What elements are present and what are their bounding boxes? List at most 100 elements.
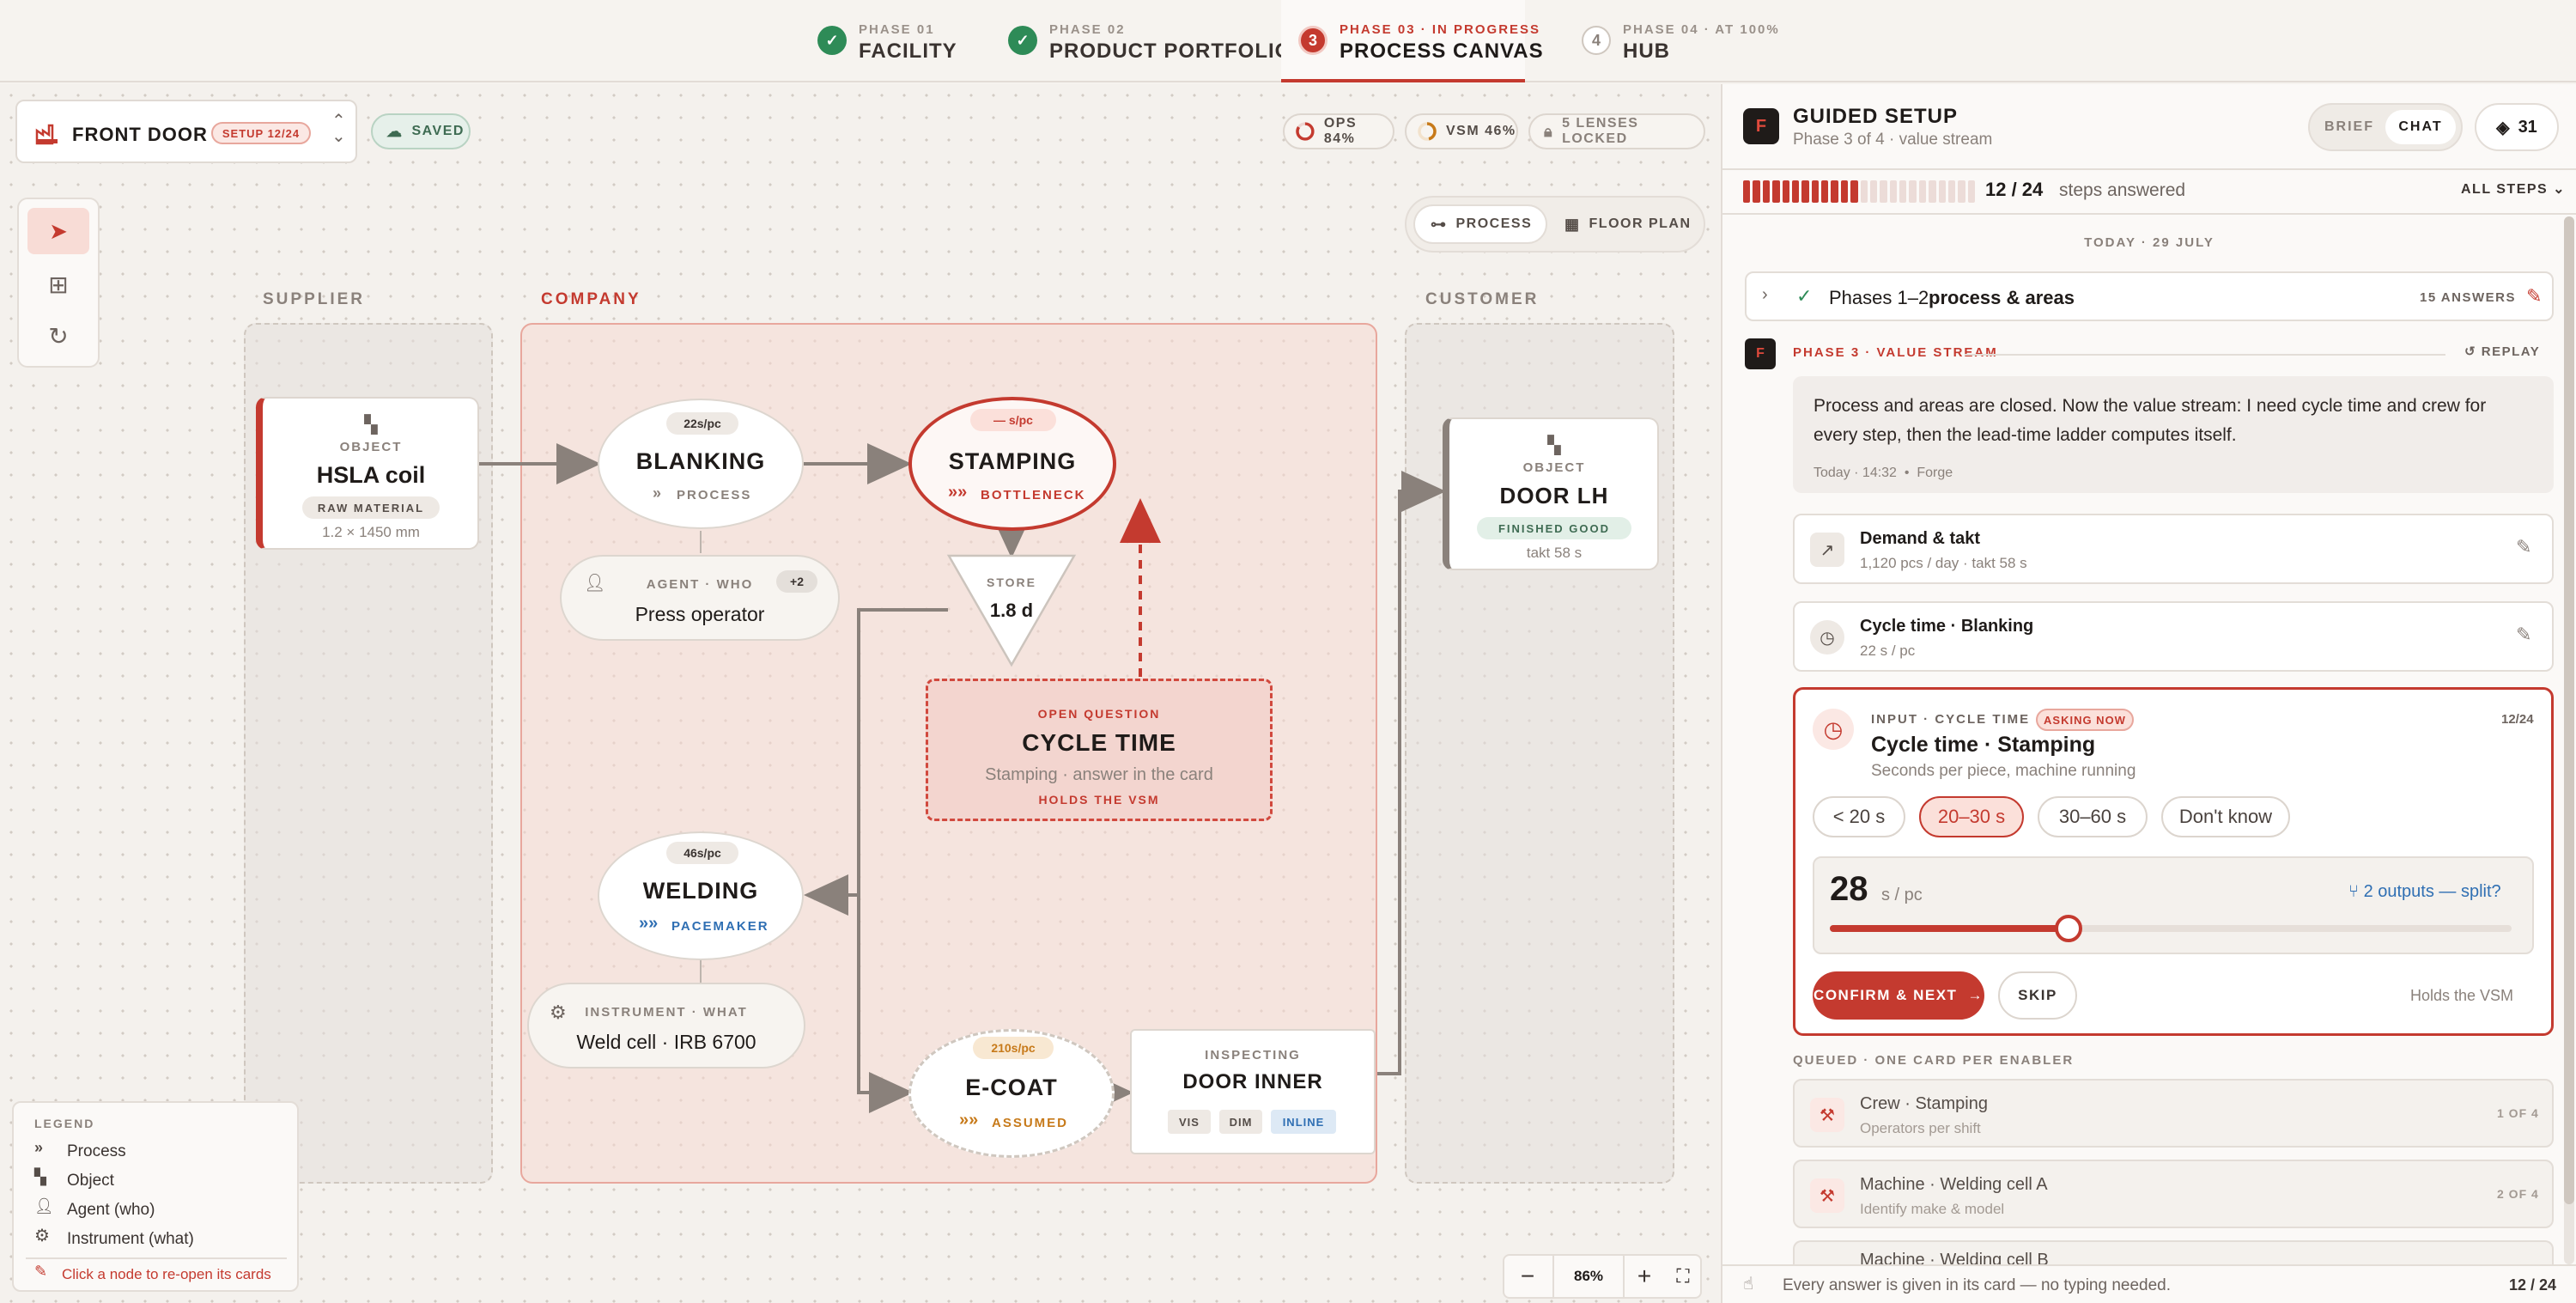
zoom-out-button[interactable]: −	[1506, 1256, 1549, 1297]
progress-segment	[1743, 180, 1751, 203]
summary-title: Phases 1–2	[1829, 287, 1929, 308]
node-title: Weld cell · IRB 6700	[576, 1031, 756, 1053]
progress-segment	[1899, 180, 1907, 203]
panel-footer: ☝︎ Every answer is given in its card — n…	[1722, 1264, 2576, 1303]
message-meta: Today · 14:32 • Forge	[1814, 466, 1953, 480]
phases-summary-row[interactable]: › ✓ Phases 1–2 process & areas 15 ANSWER…	[1745, 271, 2554, 321]
node-rate: 46s/pc	[666, 842, 738, 864]
node-sub: 1.2 × 1450 mm	[322, 524, 420, 540]
layers-button[interactable]: ◈ 31	[2475, 103, 2559, 151]
node-rate: 22s/pc	[666, 412, 738, 435]
queued-card-crew[interactable]: ⚒ Crew · Stamping Operators per shift 1 …	[1793, 1079, 2554, 1148]
pencil-icon[interactable]: ✎	[2516, 536, 2531, 558]
replay-button[interactable]: ↺ REPLAY	[2464, 344, 2540, 359]
node-weld-cell[interactable]: ⚙ INSTRUMENT · WHAT Weld cell · IRB 6700	[527, 983, 805, 1069]
clock-icon: ◷	[1813, 709, 1854, 750]
tap-icon: ☝︎	[1743, 1275, 1754, 1294]
phase-label: FACILITY	[859, 40, 957, 63]
value-unit: s / pc	[1881, 886, 1923, 904]
panel-subtitle: Phase 3 of 4 · value stream	[1793, 131, 1993, 149]
value-slider-handle[interactable]	[2054, 915, 2082, 942]
legend-item: Object	[67, 1172, 114, 1190]
progress-segment	[1762, 180, 1771, 203]
pencil-icon[interactable]: ✎	[2526, 285, 2542, 307]
queued-title: Machine · Welding cell A	[1860, 1175, 2048, 1194]
machine-icon: ⚒	[1810, 1178, 1844, 1213]
skip-button[interactable]: SKIP	[1998, 971, 2077, 1020]
phase-facility[interactable]: ✓ PHASE 01 FACILITY	[817, 17, 957, 82]
tab-brief[interactable]: BRIEF	[2315, 110, 2384, 144]
panel-tabs: BRIEF CHAT	[2308, 103, 2463, 151]
value-number[interactable]: 28	[1830, 870, 1868, 909]
zoom-controls: − 86% + ⛶	[1503, 1254, 1702, 1299]
progress-segment	[1918, 180, 1927, 203]
trend-icon: ↗	[1810, 533, 1844, 567]
object-icon: ▚	[364, 416, 378, 435]
node-door-inner[interactable]: INSPECTING DOOR INNER VIS DIM INLINE	[1130, 1029, 1376, 1154]
node-open-question[interactable]: OPEN QUESTION CYCLE TIME Stamping · answ…	[926, 679, 1273, 821]
layers-count: 31	[2518, 117, 2537, 137]
message-author: Forge	[1917, 466, 1953, 480]
split-outputs-link[interactable]: ⑂ 2 outputs — split?	[2348, 882, 2501, 902]
footer-count: 12 / 24	[2509, 1276, 2557, 1294]
legend-title: LEGEND	[34, 1117, 95, 1130]
pencil-icon: ✎	[34, 1263, 48, 1280]
chat-scrollbar[interactable]	[2564, 216, 2574, 1264]
answered-sub: 1,120 pcs / day · takt 58 s	[1860, 555, 2027, 571]
answered-title: Cycle time · Blanking	[1860, 617, 2034, 636]
progress-segment	[1880, 180, 1887, 203]
chevron-right-icon: ›	[1762, 285, 1768, 304]
process-icon: »	[653, 484, 662, 502]
pencil-icon[interactable]: ✎	[2516, 624, 2531, 646]
node-title: DOOR LH	[1499, 483, 1609, 508]
progress-segment	[1967, 180, 1975, 203]
node-title: DOOR INNER	[1182, 1070, 1323, 1093]
process-canvas[interactable]: FRONT DOOR LH SETUP 12/24 ⌃ ⌄ ☁ SAVED OPS…	[0, 84, 1720, 1303]
node-blanking[interactable]: 22s/pc BLANKING » PROCESS	[598, 399, 804, 529]
replay-icon: ↺	[2464, 344, 2477, 359]
tab-chat[interactable]: CHAT	[2385, 110, 2456, 144]
zoom-in-button[interactable]: +	[1625, 1256, 1664, 1297]
node-hsla-coil[interactable]: ▚ OBJECT HSLA coil RAW MATERIAL 1.2 × 14…	[256, 397, 479, 550]
progress-segment	[1929, 180, 1936, 203]
zoom-level: 86%	[1552, 1256, 1625, 1297]
split-label: 2 outputs — split?	[2363, 882, 2501, 901]
object-icon: ▚	[34, 1168, 46, 1185]
clock-icon: ◷	[1810, 620, 1844, 655]
holds-vsm-note: Holds the VSM	[2410, 987, 2514, 1004]
person-icon: 👤︎	[34, 1197, 54, 1215]
legend: LEGEND » Process ▚ Object 👤︎ Agent (who)…	[12, 1101, 299, 1292]
queued-position: 1 OF 4	[2497, 1106, 2539, 1120]
option-30-60[interactable]: 30–60 s	[2038, 796, 2148, 837]
bottleneck-icon: »»	[948, 483, 968, 502]
queued-title: Crew · Stamping	[1860, 1094, 1988, 1113]
node-welding[interactable]: 46s/pc WELDING »» PACEMAKER	[598, 831, 804, 960]
node-door-lh[interactable]: ▚ OBJECT DOOR LH FINISHED GOOD takt 58 s	[1443, 417, 1659, 570]
layers-icon: ◈	[2496, 118, 2510, 137]
phase-product-portfolio[interactable]: ✓ PHASE 02 PRODUCT PORTFOLIO	[1008, 17, 1291, 82]
progress-segments	[1743, 180, 1975, 203]
node-press-operator[interactable]: 👤︎ AGENT · WHO +2 Press operator	[560, 555, 840, 641]
phase-process-canvas[interactable]: 3 PHASE 03 · IN PROGRESS PROCESS CANVAS	[1281, 0, 1543, 82]
object-icon: ▚	[1547, 436, 1561, 455]
confirm-next-button[interactable]: CONFIRM & NEXT →	[1813, 971, 1984, 1020]
fit-screen-icon[interactable]: ⛶	[1664, 1256, 1702, 1297]
node-stamping[interactable]: — s/pc STAMPING »» BOTTLENECK	[908, 397, 1116, 531]
node-title: E-COAT	[965, 1075, 1058, 1100]
value-slider-track[interactable]	[1830, 915, 2512, 942]
node-sub: takt 58 s	[1526, 545, 1583, 561]
all-steps-filter[interactable]: ALL STEPS ⌄	[2461, 180, 2566, 198]
queued-card-welding-b[interactable]: Machine · Welding cell B	[1793, 1240, 2554, 1266]
option-dont-know[interactable]: Don't know	[2161, 796, 2290, 837]
inspection-chip: VIS	[1168, 1110, 1211, 1134]
option-20-30[interactable]: 20–30 s	[1919, 796, 2024, 837]
node-e-coat[interactable]: 210s/pc E-COAT »» ASSUMED	[908, 1029, 1115, 1158]
option-under-20[interactable]: < 20 s	[1813, 796, 1905, 837]
answered-card-demand[interactable]: ↗ Demand & takt 1,120 pcs / day · takt 5…	[1793, 514, 2554, 584]
phase-number: 4	[1582, 26, 1611, 55]
queued-card-welding-a[interactable]: ⚒ Machine · Welding cell A Identify make…	[1793, 1160, 2554, 1228]
phase-hub[interactable]: 4 PHASE 04 · AT 100% HUB	[1582, 17, 1778, 82]
node-title: HSLA coil	[316, 462, 426, 488]
answered-card-cycle-blanking[interactable]: ◷ Cycle time · Blanking 22 s / pc ✎	[1793, 601, 2554, 672]
value-input-box[interactable]: 28 s / pc ⑂ 2 outputs — split?	[1813, 856, 2534, 954]
